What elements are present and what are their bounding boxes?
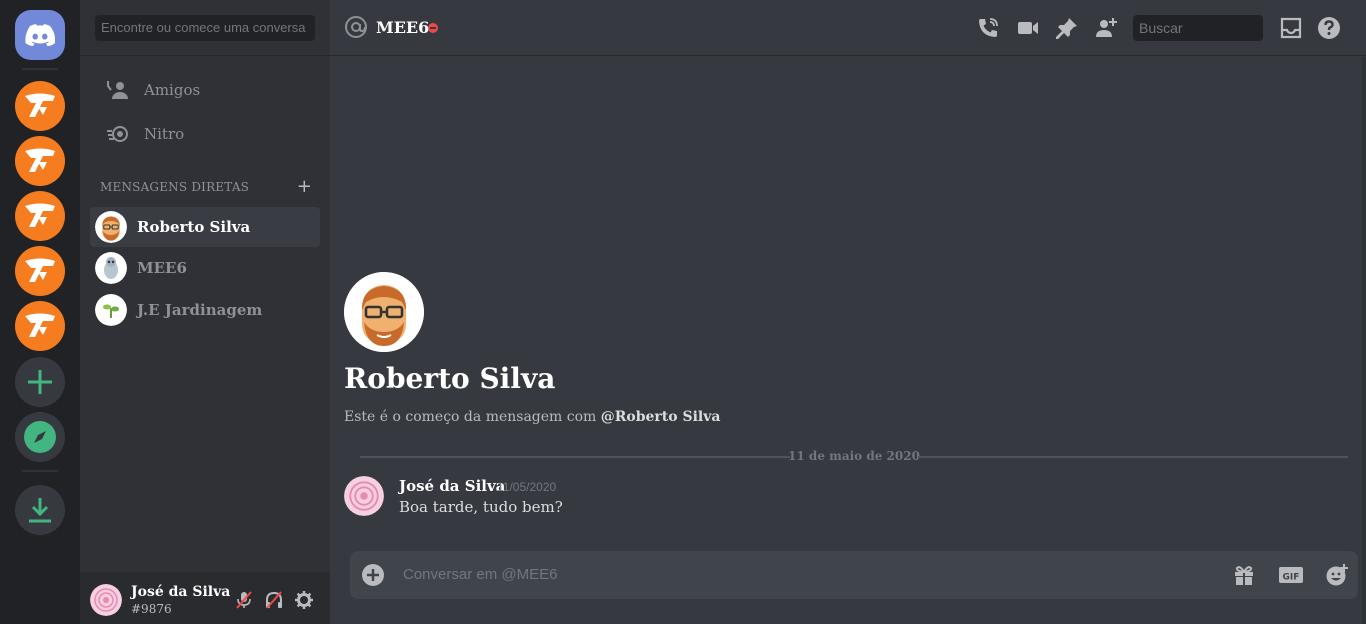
guild-rail	[0, 0, 80, 624]
nav-nitro[interactable]: Nitro	[90, 114, 320, 154]
new-dm-button[interactable]: +	[297, 178, 312, 196]
user-panel: José da Silva #9876	[80, 572, 330, 624]
message-content: Boa tarde, tudo bem?	[399, 498, 563, 516]
find-conversation-input[interactable]: Encontre ou comece uma conversa	[95, 15, 315, 41]
deafen-headset-icon[interactable]	[264, 590, 284, 610]
direct-messages-header: MENSAGENS DIRETAS +	[100, 178, 312, 196]
intro-mention[interactable]: @Roberto Silva	[601, 409, 721, 425]
emoji-icon[interactable]	[1325, 563, 1349, 587]
server-icon[interactable]	[15, 136, 65, 186]
dm-item-roberto-silva[interactable]: Roberto Silva	[90, 207, 320, 247]
rail-divider	[22, 470, 58, 472]
message-timestamp: 11/05/2020	[497, 480, 557, 494]
search-input[interactable]: Buscar	[1133, 15, 1263, 41]
rail-divider	[22, 68, 58, 70]
do-not-disturb-status-icon	[428, 23, 438, 33]
dm-sidebar: Encontre ou comece uma conversa Amigos N…	[80, 0, 330, 624]
dm-name: MEE6	[137, 259, 187, 277]
avatar-jose[interactable]	[90, 584, 122, 616]
profile-name: Roberto Silva	[344, 362, 556, 395]
message-author[interactable]: José da Silva	[399, 477, 505, 495]
friends-icon	[107, 81, 128, 99]
user-settings-gear-icon[interactable]	[294, 590, 314, 610]
message-avatar-jose[interactable]	[344, 476, 384, 516]
at-sign-icon	[345, 16, 367, 38]
message-input[interactable]: Conversar em @MEE6	[403, 566, 557, 583]
download-icon[interactable]	[15, 485, 65, 535]
gif-icon[interactable]: GIF	[1278, 563, 1304, 587]
nav-friends-label: Amigos	[144, 81, 201, 99]
help-icon[interactable]	[1317, 16, 1341, 40]
channel-header: MEE6 Buscar	[330, 0, 1366, 56]
avatar-roberto	[95, 211, 127, 243]
add-server-icon[interactable]	[15, 357, 65, 407]
avatar-jardinagem	[95, 294, 127, 326]
pin-icon[interactable]	[1055, 16, 1079, 40]
dm-name: Roberto Silva	[137, 218, 251, 236]
nitro-icon	[107, 126, 128, 142]
user-tag: #9876	[131, 602, 172, 616]
direct-messages-label: MENSAGENS DIRETAS	[100, 180, 250, 194]
message-composer[interactable]: Conversar em @MEE6 GIF	[350, 551, 1358, 599]
inbox-icon[interactable]	[1279, 16, 1303, 40]
video-call-icon[interactable]	[1016, 16, 1040, 40]
divider	[80, 55, 330, 56]
profile-avatar-roberto	[344, 272, 424, 352]
gift-icon[interactable]	[1232, 563, 1256, 587]
server-icon[interactable]	[15, 301, 65, 351]
nav-friends[interactable]: Amigos	[90, 70, 320, 110]
call-icon[interactable]	[976, 16, 1000, 40]
divider-line	[918, 456, 1348, 458]
scrollbar-track[interactable]	[1362, 57, 1366, 624]
dm-item-mee6[interactable]: MEE6	[90, 248, 320, 288]
conversation-intro: Este é o começo da mensagem com @Roberto…	[344, 409, 720, 425]
discord-home-icon[interactable]	[15, 10, 65, 60]
avatar-mee6	[95, 252, 127, 284]
svg-text:GIF: GIF	[1283, 573, 1300, 583]
mute-microphone-icon[interactable]	[234, 590, 254, 610]
add-member-icon[interactable]	[1094, 16, 1118, 40]
explore-compass-icon[interactable]	[15, 412, 65, 462]
server-icon[interactable]	[15, 81, 65, 131]
date-divider: 11 de maio de 2020	[360, 449, 1348, 465]
intro-text: Este é o começo da mensagem com	[344, 409, 601, 425]
dm-name: J.E Jardinagem	[137, 301, 263, 319]
dm-item-je-jardinagem[interactable]: J.E Jardinagem	[90, 290, 320, 330]
chat-area: Roberto Silva Este é o começo da mensage…	[330, 57, 1366, 624]
channel-title: MEE6	[376, 18, 430, 37]
server-icon[interactable]	[15, 246, 65, 296]
user-name: José da Silva	[131, 584, 231, 600]
nav-nitro-label: Nitro	[144, 125, 185, 143]
add-attachment-icon[interactable]	[361, 563, 385, 587]
server-icon[interactable]	[15, 191, 65, 241]
